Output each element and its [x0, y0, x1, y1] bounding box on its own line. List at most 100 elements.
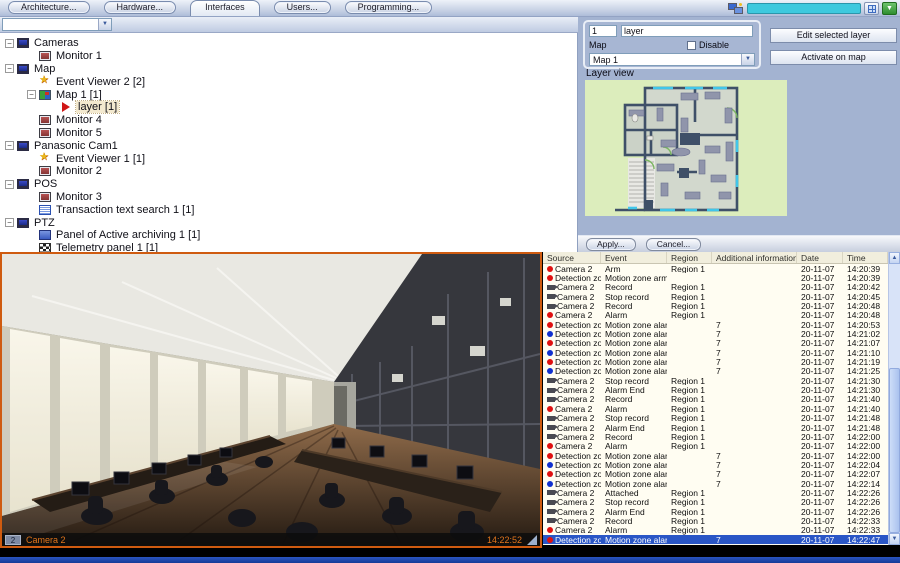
event-row[interactable]: Camera 2RecordRegion 120-11-0714:22:00 [543, 432, 888, 441]
display-icon [17, 38, 29, 48]
event-row[interactable]: Detection zon...Motion zone alar...720-1… [543, 460, 888, 469]
tab-programming[interactable]: Programming... [345, 1, 433, 14]
camera-event-icon [547, 378, 555, 383]
event-row[interactable]: Camera 2AlarmRegion 120-11-0714:22:33 [543, 526, 888, 535]
column-header-source[interactable]: Source [543, 252, 601, 263]
tree-item-panasonic-cam1[interactable]: −Panasonic Cam1 [0, 139, 577, 152]
chevron-down-icon[interactable]: ▼ [98, 19, 111, 30]
event-row[interactable]: Camera 2AlarmRegion 120-11-0714:21:40 [543, 404, 888, 413]
event-row[interactable]: Detection zon...Motion zone alarm720-11-… [543, 535, 888, 544]
object-combo-value [3, 19, 98, 30]
tree-item-monitor-2[interactable]: Monitor 2 [0, 165, 577, 178]
tree-item-pos[interactable]: −POS [0, 178, 577, 191]
event-row[interactable]: Detection zon...Motion zone alarm720-11-… [543, 339, 888, 348]
layer-name-field[interactable] [621, 25, 753, 37]
object-combo[interactable]: ▼ [2, 18, 112, 31]
event-row[interactable]: Detection zon...Motion zone alar...720-1… [543, 329, 888, 338]
column-header-date[interactable]: Date [797, 252, 843, 263]
tree-item-transaction-text-search-1-1[interactable]: Transaction text search 1 [1] [0, 203, 577, 216]
event-row[interactable]: Detection zon...Motion zone arm20-11-071… [543, 273, 888, 282]
cancel-button[interactable]: Cancel... [646, 238, 702, 251]
tree-item-panel-of-active-archiving-1-1[interactable]: Panel of Active archiving 1 [1] [0, 229, 577, 242]
scroll-thumb[interactable] [889, 368, 900, 533]
tree-item-label: Monitor 3 [54, 191, 104, 203]
panel-grid-button[interactable] [864, 2, 879, 15]
event-row[interactable]: Detection zon...Motion zone alar...720-1… [543, 348, 888, 357]
event-row[interactable]: Camera 2Stop recordRegion 120-11-0714:22… [543, 498, 888, 507]
event-row[interactable]: Detection zon...Motion zone alarm720-11-… [543, 357, 888, 366]
cell-time: 14:20:39 [847, 273, 880, 282]
scroll-up-icon[interactable]: ▲ [889, 252, 900, 264]
tree-item-map[interactable]: −Map [0, 63, 577, 76]
tab-architecture[interactable]: Architecture... [8, 1, 90, 14]
event-row[interactable]: Camera 2Stop recordRegion 120-11-0714:21… [543, 376, 888, 385]
tree-item-monitor-4[interactable]: Monitor 4 [0, 114, 577, 127]
event-row[interactable]: Camera 2AlarmRegion 120-11-0714:22:00 [543, 442, 888, 451]
event-row[interactable]: Detection zon...Motion zone alarm720-11-… [543, 320, 888, 329]
cell-source: Camera 2 [557, 516, 594, 525]
tree-expander-icon[interactable]: − [5, 39, 14, 48]
cell-info: 7 [716, 470, 721, 479]
scroll-down-icon[interactable]: ▼ [889, 533, 900, 545]
event-row[interactable]: Detection zon...Motion zone alarm720-11-… [543, 451, 888, 460]
event-row[interactable]: Camera 2RecordRegion 120-11-0714:20:42 [543, 283, 888, 292]
event-row[interactable]: Camera 2Stop recordRegion 120-11-0714:20… [543, 292, 888, 301]
column-header-time[interactable]: Time [843, 252, 888, 263]
camera-video-tile[interactable]: 2 Camera 2 14:22:52 [0, 252, 542, 548]
event-row[interactable]: Camera 2Alarm EndRegion 120-11-0714:21:4… [543, 423, 888, 432]
cell-source: Detection zon... [555, 460, 601, 469]
tree-expander-icon[interactable]: − [5, 218, 14, 227]
tree-expander-icon[interactable]: − [5, 141, 14, 150]
tree-expander-icon[interactable]: − [5, 64, 14, 73]
event-row[interactable]: Detection zon...Motion zone alar...720-1… [543, 367, 888, 376]
event-row[interactable]: Camera 2RecordRegion 120-11-0714:21:40 [543, 395, 888, 404]
layer-number-field[interactable] [589, 25, 617, 37]
tree-item-telemetry-panel-1-1[interactable]: Telemetry panel 1 [1] [0, 242, 577, 252]
tree-expander-icon[interactable]: − [27, 90, 36, 99]
tree-item-monitor-3[interactable]: Monitor 3 [0, 191, 577, 204]
scroll-track[interactable] [889, 264, 900, 533]
event-table-scrollbar[interactable]: ▲ ▼ [888, 252, 900, 545]
resize-corner-icon[interactable] [527, 535, 537, 545]
event-row[interactable]: Camera 2Alarm EndRegion 120-11-0714:22:2… [543, 507, 888, 516]
apply-button[interactable]: Apply... [586, 238, 636, 251]
tree-item-cameras[interactable]: −Cameras [0, 37, 577, 50]
event-row[interactable]: Camera 2AlarmRegion 120-11-0714:20:48 [543, 311, 888, 320]
column-header-region[interactable]: Region [667, 252, 712, 263]
event-row[interactable]: Detection zon...Motion zone alarm720-11-… [543, 470, 888, 479]
tree-item-event-viewer-2-2[interactable]: Event Viewer 2 [2] [0, 75, 577, 88]
map-select[interactable]: Map 1 ▼ [589, 53, 755, 66]
status-field[interactable] [747, 3, 861, 14]
tree-expander-icon[interactable]: − [5, 180, 14, 189]
event-row[interactable]: Detection zon...Motion zone alar...720-1… [543, 479, 888, 488]
disable-checkbox[interactable] [687, 41, 696, 50]
tree-item-monitor-5[interactable]: Monitor 5 [0, 127, 577, 140]
event-row[interactable]: Camera 2AttachedRegion 120-11-0714:22:26 [543, 488, 888, 497]
event-row[interactable]: Camera 2RecordRegion 120-11-0714:22:33 [543, 516, 888, 525]
activate-on-map-button[interactable]: Activate on map [770, 50, 897, 65]
column-header-event[interactable]: Event [601, 252, 667, 263]
event-table-rows: Camera 2ArmRegion 120-11-0714:20:39Detec… [543, 264, 888, 545]
tab-interfaces[interactable]: Interfaces [190, 0, 260, 16]
camera-event-icon [547, 285, 555, 290]
tree-item-map-1-1[interactable]: −Map 1 [1] [0, 88, 577, 101]
column-header-additional-information[interactable]: Additional information [712, 252, 797, 263]
event-icon [39, 77, 51, 87]
tree-item-event-viewer-1-1[interactable]: Event Viewer 1 [1] [0, 152, 577, 165]
cell-source: Camera 2 [557, 283, 594, 292]
layer-map-preview[interactable] [585, 80, 787, 216]
menu-dropdown-button[interactable]: ▼ [882, 2, 897, 15]
event-row[interactable]: Camera 2Alarm EndRegion 120-11-0714:21:3… [543, 385, 888, 394]
display-icon [17, 64, 29, 74]
event-row[interactable]: Camera 2RecordRegion 120-11-0714:20:48 [543, 301, 888, 310]
display-icon [17, 218, 29, 228]
tab-users[interactable]: Users... [274, 1, 331, 14]
edit-selected-layer-button[interactable]: Edit selected layer [770, 28, 897, 43]
tab-hardware[interactable]: Hardware... [104, 1, 177, 14]
tree-item-ptz[interactable]: −PTZ [0, 216, 577, 229]
chevron-down-icon[interactable]: ▼ [741, 54, 754, 65]
tree-item-layer-1[interactable]: layer [1] [0, 101, 577, 114]
tree-item-monitor-1[interactable]: Monitor 1 [0, 50, 577, 63]
event-row[interactable]: Camera 2ArmRegion 120-11-0714:20:39 [543, 264, 888, 273]
event-row[interactable]: Camera 2Stop recordRegion 120-11-0714:21… [543, 414, 888, 423]
